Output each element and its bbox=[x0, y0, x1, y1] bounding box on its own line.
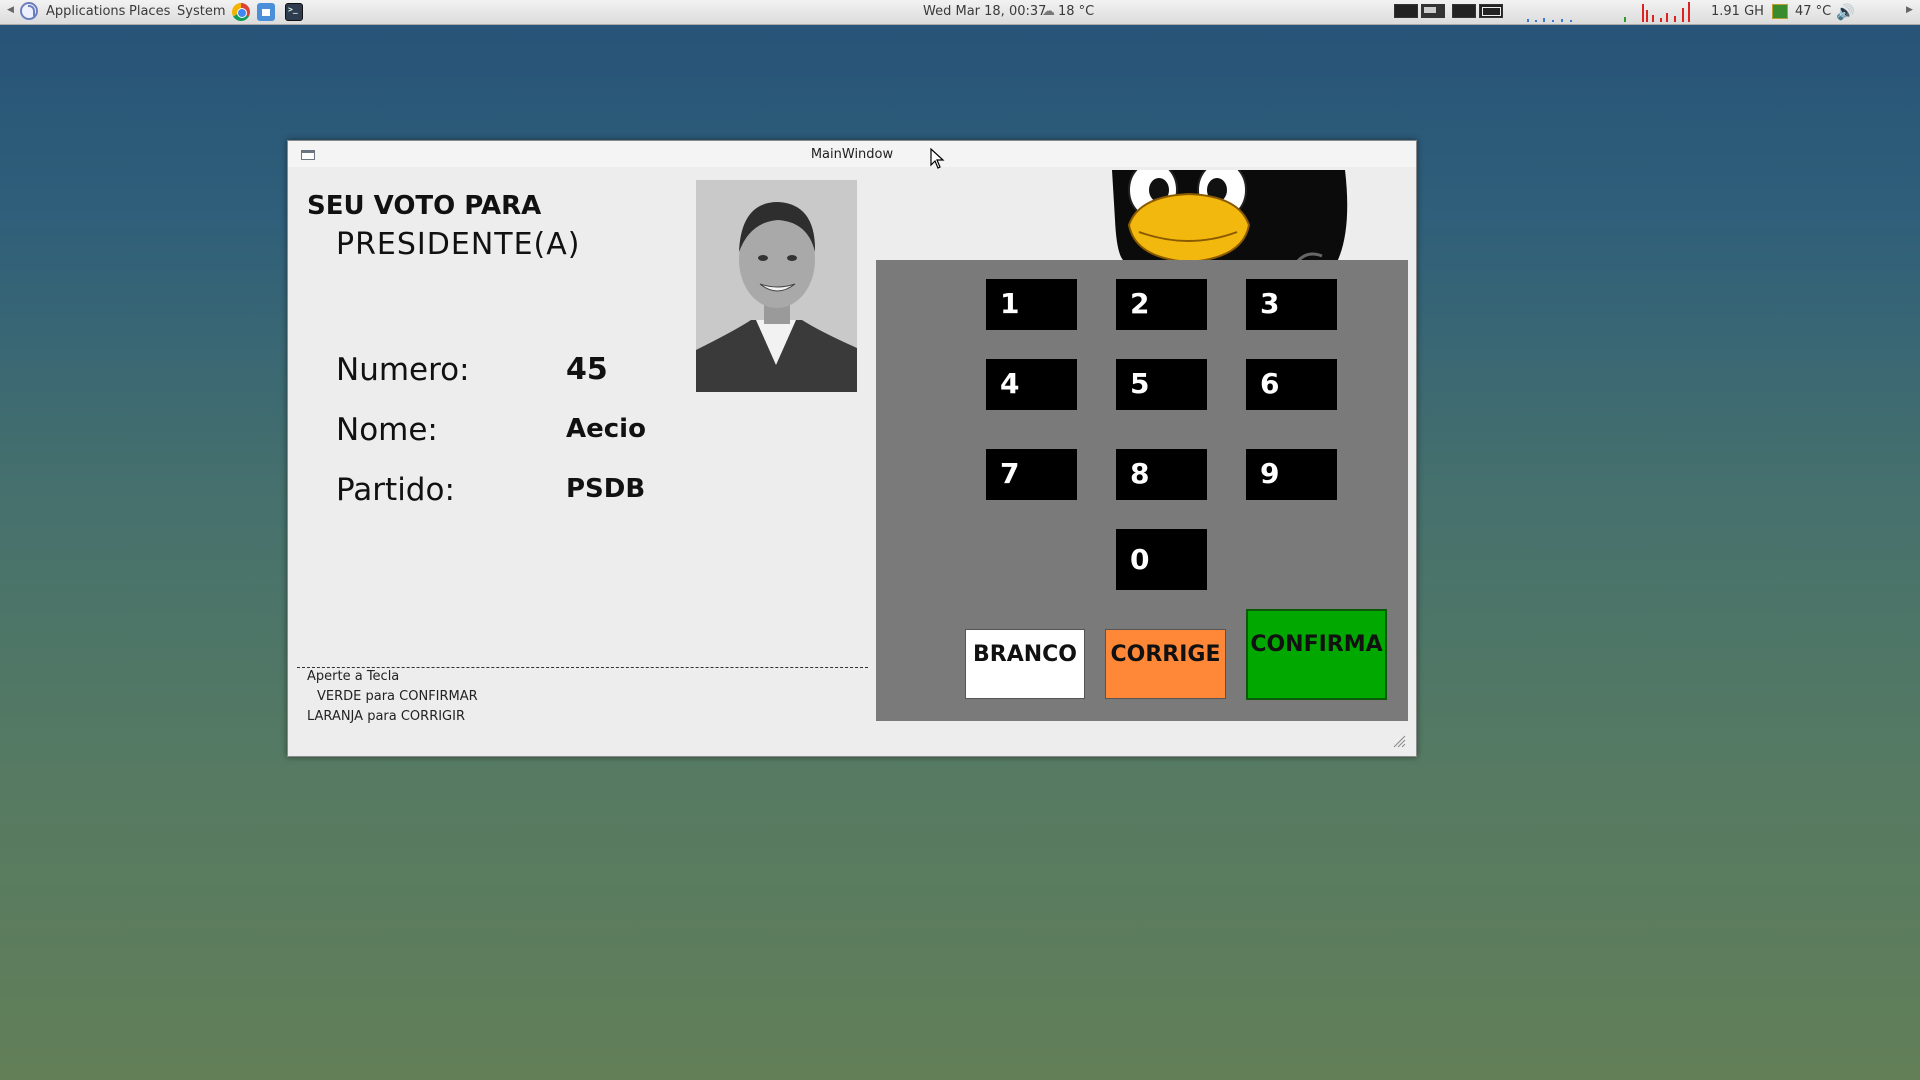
fedora-logo-icon[interactable] bbox=[20, 2, 38, 20]
mouse-pointer-icon bbox=[930, 148, 945, 169]
cpu-monitor-graph bbox=[1622, 2, 1694, 22]
terminal-icon[interactable] bbox=[285, 3, 303, 21]
nome-label: Nome: bbox=[336, 412, 438, 448]
nome-value: Aecio bbox=[566, 414, 646, 444]
key-2[interactable]: 2 bbox=[1116, 279, 1207, 330]
keypad-panel: 1 2 3 4 5 6 7 8 9 0 BRANCO CORRIGE CONFI… bbox=[876, 260, 1408, 721]
menu-system[interactable]: System bbox=[177, 4, 225, 19]
weather-icon: ☁ bbox=[1042, 4, 1055, 19]
chrome-icon[interactable] bbox=[232, 3, 250, 21]
numero-label: Numero: bbox=[336, 352, 470, 388]
titlebar[interactable]: MainWindow bbox=[288, 141, 1416, 167]
confirma-button[interactable]: CONFIRMA bbox=[1246, 609, 1387, 700]
ballot-heading: SEU VOTO PARA bbox=[307, 191, 542, 221]
divider bbox=[297, 667, 868, 668]
resize-grip-icon[interactable] bbox=[1393, 735, 1406, 748]
clock[interactable]: Wed Mar 18, 00:37 bbox=[923, 4, 1046, 19]
speaker-icon[interactable]: 🔊 bbox=[1836, 3, 1855, 21]
instruction-line-2: VERDE para CONFIRMAR bbox=[317, 689, 478, 704]
workspace-1[interactable] bbox=[1394, 4, 1418, 18]
ballot-office: PRESIDENTE(A) bbox=[336, 227, 581, 262]
key-0[interactable]: 0 bbox=[1116, 529, 1207, 590]
key-7[interactable]: 7 bbox=[986, 449, 1077, 500]
menu-places[interactable]: Places bbox=[129, 4, 170, 19]
panel-scroll-right-icon[interactable]: ▶ bbox=[1906, 5, 1913, 15]
home-folder-icon[interactable] bbox=[257, 3, 275, 21]
panel-scroll-left-icon[interactable]: ◀ bbox=[7, 5, 14, 15]
instruction-line-3: LARANJA para CORRIGIR bbox=[307, 709, 465, 724]
network-monitor-graph bbox=[1525, 2, 1580, 22]
window-title: MainWindow bbox=[810, 147, 894, 162]
key-1[interactable]: 1 bbox=[986, 279, 1077, 330]
workspace-2[interactable] bbox=[1421, 4, 1445, 18]
key-5[interactable]: 5 bbox=[1116, 359, 1207, 410]
key-8[interactable]: 8 bbox=[1116, 449, 1207, 500]
workspace-3[interactable] bbox=[1452, 4, 1476, 18]
candidate-photo bbox=[696, 180, 857, 392]
key-9[interactable]: 9 bbox=[1246, 449, 1337, 500]
corrige-button[interactable]: CORRIGE bbox=[1105, 629, 1226, 699]
main-window: MainWindow SEU VOTO PARA PRESIDENTE(A) N… bbox=[287, 140, 1417, 757]
weather-temperature[interactable]: 18 °C bbox=[1058, 4, 1094, 19]
instruction-line-1: Aperte a Tecla bbox=[307, 669, 400, 684]
partido-value: PSDB bbox=[566, 474, 646, 504]
top-panel: ◀ Applications Places System Wed Mar 18,… bbox=[0, 0, 1920, 25]
cpu-temperature[interactable]: 47 °C bbox=[1795, 4, 1831, 19]
workspace-4[interactable] bbox=[1479, 4, 1503, 18]
menu-applications[interactable]: Applications bbox=[46, 4, 125, 19]
key-6[interactable]: 6 bbox=[1246, 359, 1337, 410]
cpu-frequency[interactable]: 1.91 GH bbox=[1711, 4, 1764, 19]
chip-icon[interactable] bbox=[1772, 4, 1788, 19]
key-4[interactable]: 4 bbox=[986, 359, 1077, 410]
branco-button[interactable]: BRANCO bbox=[965, 629, 1085, 699]
numero-value: 45 bbox=[566, 352, 608, 387]
partido-label: Partido: bbox=[336, 472, 455, 508]
key-3[interactable]: 3 bbox=[1246, 279, 1337, 330]
penguin-mascot bbox=[867, 170, 1408, 262]
